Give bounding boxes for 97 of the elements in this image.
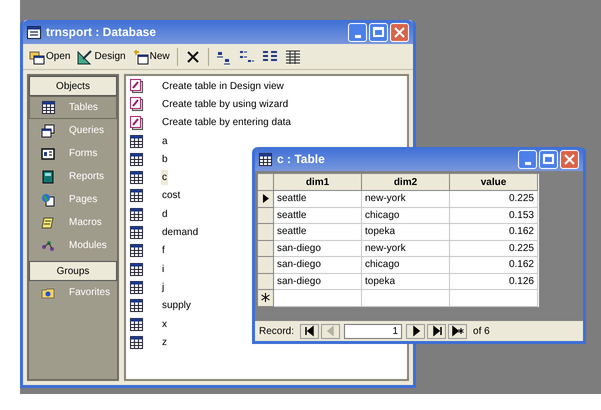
- current-record-icon: [262, 194, 268, 204]
- table-icon: [130, 244, 143, 258]
- table-icon: [130, 299, 143, 312]
- query-icon: [41, 124, 55, 138]
- close-button[interactable]: [390, 22, 409, 42]
- column-header[interactable]: dim2: [362, 174, 450, 191]
- table-icon: [130, 208, 143, 221]
- table-cell: new-york: [362, 191, 450, 208]
- minimize-button[interactable]: [348, 22, 367, 42]
- object-list-item[interactable]: c: [161, 170, 168, 186]
- table-cell: topeka: [362, 274, 450, 290]
- record-nav-button[interactable]: [448, 324, 468, 338]
- object-list-item[interactable]: z: [161, 334, 168, 350]
- table-cell: 0.225: [450, 240, 538, 257]
- table-cell: new-york: [362, 240, 450, 257]
- record-nav-button[interactable]: [300, 324, 320, 338]
- table-icon: [130, 226, 143, 240]
- report-icon: [41, 170, 55, 184]
- modules-icon: [41, 238, 55, 252]
- objects-header[interactable]: Objects: [29, 76, 117, 96]
- table-icon: [130, 280, 143, 294]
- toolbar-button[interactable]: Design: [75, 46, 128, 68]
- details-icon: [284, 48, 301, 64]
- maximize-button[interactable]: [539, 150, 558, 168]
- record-nav-button[interactable]: [406, 324, 426, 338]
- small-icons-icon: [238, 48, 255, 64]
- wand-page-icon: [130, 116, 143, 130]
- table-cell: chicago: [362, 208, 450, 224]
- previous-record-icon: [324, 325, 337, 337]
- object-list-item[interactable]: x: [161, 316, 168, 332]
- table-icon: [130, 336, 143, 349]
- object-list-item[interactable]: i: [161, 262, 166, 277]
- table-cell: 0.225: [450, 191, 538, 208]
- groups-header[interactable]: Groups: [29, 261, 117, 281]
- triangle-ruler-icon: [77, 48, 94, 64]
- minimize-button[interactable]: [518, 150, 537, 168]
- database-icon: [27, 26, 41, 38]
- table-cell: seattle: [274, 208, 362, 224]
- first-record-icon: [304, 325, 316, 337]
- table-cell: seattle: [274, 191, 362, 208]
- table-icon: [130, 134, 143, 148]
- table-cell: topeka: [362, 224, 450, 240]
- table-icon: [130, 171, 143, 184]
- object-list-item[interactable]: f: [161, 243, 166, 258]
- close-icon: [394, 26, 405, 38]
- new-record-icon: [261, 293, 270, 302]
- object-list-item[interactable]: Create table by using wizard: [161, 96, 290, 112]
- form-icon: [41, 146, 55, 160]
- toolbar-button[interactable]: New: [130, 46, 172, 68]
- wand-page-icon: [130, 97, 143, 112]
- scroll-icon: [41, 216, 55, 230]
- object-list-item[interactable]: j: [161, 280, 166, 295]
- table-icon: [259, 152, 272, 166]
- object-list-item[interactable]: cost: [161, 188, 182, 204]
- table-cell: 0.126: [450, 274, 538, 290]
- folder-table-icon: [29, 48, 45, 64]
- record-count: of 6: [473, 324, 490, 338]
- close-button[interactable]: [560, 150, 579, 168]
- object-list-item[interactable]: Create table by entering data: [161, 115, 292, 130]
- record-selector[interactable]: [258, 290, 274, 306]
- record-label: Record:: [259, 324, 294, 338]
- maximize-button[interactable]: [369, 22, 388, 42]
- globe-page-icon: [41, 192, 55, 206]
- table-cell: chicago: [362, 257, 450, 274]
- table-cell: 0.162: [450, 257, 538, 274]
- object-list-item[interactable]: Create table in Design view: [161, 78, 285, 94]
- object-list-item[interactable]: supply: [161, 298, 192, 314]
- object-list-item[interactable]: b: [161, 152, 169, 167]
- new-record-icon: [452, 325, 464, 337]
- table-icon: [130, 318, 143, 330]
- record-selector[interactable]: [258, 191, 274, 208]
- close-icon: [564, 154, 575, 164]
- table-icon: [130, 189, 143, 202]
- window-title: c : Table: [277, 151, 325, 168]
- window-title: trnsport : Database: [46, 24, 156, 41]
- wand-page-icon: [130, 79, 143, 94]
- object-list-item[interactable]: d: [161, 206, 169, 222]
- object-list-item[interactable]: demand: [161, 225, 200, 240]
- table-cell: san-diego: [274, 274, 362, 290]
- table-icon: [130, 152, 143, 166]
- toolbar-button[interactable]: Open: [27, 46, 72, 68]
- sparkle-table-icon: [132, 48, 149, 64]
- table-icon: [42, 101, 55, 114]
- delete-icon: [184, 48, 201, 64]
- object-list-item[interactable]: a: [161, 134, 169, 149]
- table-cell: san-diego: [274, 257, 362, 274]
- table-cell: seattle: [274, 224, 362, 240]
- favorites-folder-icon: [41, 286, 55, 300]
- record-nav-button[interactable]: [427, 324, 446, 338]
- table-icon: [130, 262, 143, 276]
- record-number-field[interactable]: 1: [344, 324, 402, 338]
- table-cell: 0.153: [450, 208, 538, 224]
- column-header[interactable]: value: [450, 174, 538, 191]
- table-cell: san-diego: [274, 240, 362, 257]
- column-header[interactable]: dim1: [274, 174, 362, 191]
- table-cell: 0.162: [450, 224, 538, 240]
- last-record-icon: [430, 325, 443, 337]
